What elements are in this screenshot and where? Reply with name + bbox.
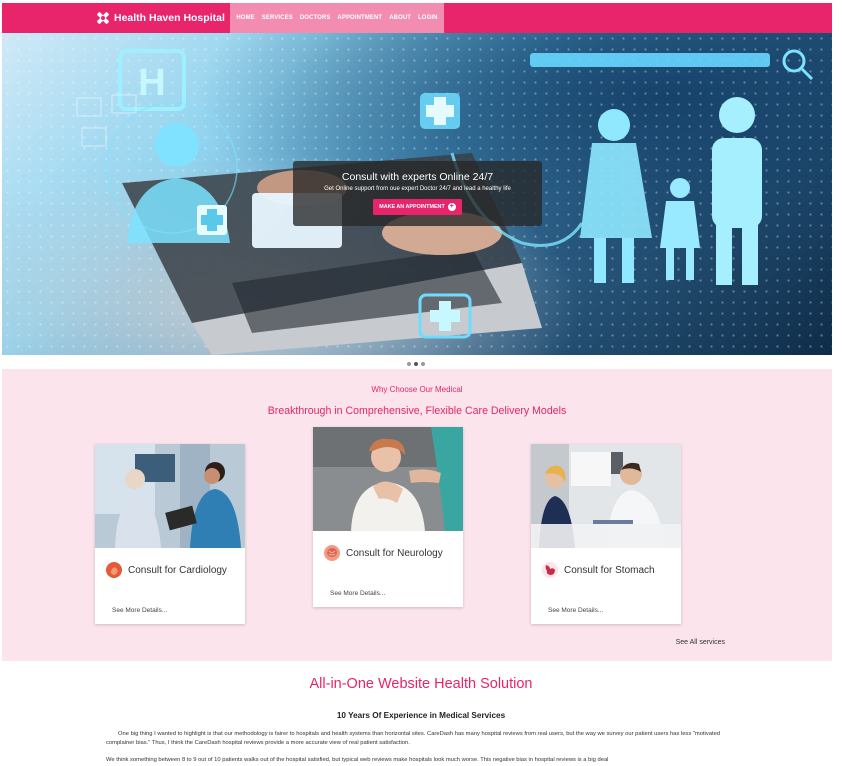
make-appointment-label: MAKE AN APPOINTMENT <box>379 204 445 210</box>
hospital-cross-logo-icon <box>97 12 109 24</box>
why-kicker: Why Choose Our Medical <box>371 385 463 394</box>
hero-caption: Consult with experts Online 24/7 Get Onl… <box>293 161 542 226</box>
why-choose-section: Why Choose Our Medical Breakthrough in C… <box>2 369 832 661</box>
carousel-indicator-1[interactable] <box>407 362 411 366</box>
card-neurology-photo <box>313 427 463 531</box>
card-stomach-title: Consult for Stomach <box>564 564 655 576</box>
card-cardiology-link[interactable]: See More Details... <box>95 607 167 614</box>
card-stomach[interactable]: Consult for Stomach See More Details... <box>531 444 681 624</box>
svg-text:H: H <box>138 62 165 104</box>
nav-menu: HOME SERVICES DOCTORS APPOINTMENT ABOUT … <box>229 3 445 33</box>
hero-carousel[interactable]: H Consult with experts Online 24/7 Get O… <box>2 33 832 355</box>
stomach-organ-icon <box>542 562 558 578</box>
why-title: Breakthrough in Comprehensive, Flexible … <box>267 405 567 417</box>
card-neurology-heading: Consult for Neurology <box>313 531 463 561</box>
nav-appointment[interactable]: APPOINTMENT <box>334 15 386 21</box>
solution-paragraph-1: One big thing I wanted to highlight is t… <box>106 731 721 746</box>
brain-organ-icon <box>324 545 340 561</box>
solution-paragraph-2: We think something between 8 to 9 out of… <box>106 757 609 763</box>
experience-title: 10 Years Of Experience in Medical Servic… <box>336 711 506 720</box>
see-all-services-link[interactable]: See All services <box>676 639 725 646</box>
card-cardiology-photo <box>95 444 245 548</box>
card-cardiology[interactable]: Consult for Cardiology See More Details.… <box>95 444 245 624</box>
card-stomach-link[interactable]: See More Details... <box>531 607 603 614</box>
card-cardiology-title: Consult for Cardiology <box>128 564 227 576</box>
hero-title: Consult with experts Online 24/7 <box>341 171 494 183</box>
nav-services[interactable]: SERVICES <box>258 15 296 21</box>
hero-subtitle: Get Online support from oue expert Docto… <box>324 186 511 192</box>
make-appointment-button[interactable]: MAKE AN APPOINTMENT + <box>373 199 462 215</box>
nav-doctors[interactable]: DOCTORS <box>296 15 334 21</box>
carousel-indicator-2[interactable] <box>414 362 418 366</box>
plus-circle-icon: + <box>447 203 456 211</box>
page: Health Haven Hospital HOME SERVICES DOCT… <box>0 0 842 766</box>
nav-about[interactable]: ABOUT <box>386 15 415 21</box>
brand[interactable]: Health Haven Hospital <box>96 11 225 25</box>
navbar: Health Haven Hospital HOME SERVICES DOCT… <box>2 3 832 33</box>
card-cardiology-heading: Consult for Cardiology <box>95 548 245 578</box>
card-stomach-photo <box>531 444 681 548</box>
carousel-indicators <box>407 362 425 366</box>
carousel-indicator-3[interactable] <box>421 362 425 366</box>
card-neurology-link[interactable]: See More Details... <box>313 590 385 597</box>
card-neurology-title: Consult for Neurology <box>346 547 443 559</box>
heart-organ-icon <box>106 562 122 578</box>
card-neurology[interactable]: Consult for Neurology See More Details..… <box>313 427 463 607</box>
nav-login[interactable]: LOGIN <box>415 15 442 21</box>
nav-home[interactable]: HOME <box>233 15 258 21</box>
solution-title: All-in-One Website Health Solution <box>309 676 533 692</box>
card-stomach-heading: Consult for Stomach <box>531 548 681 578</box>
brand-name: Health Haven Hospital <box>114 12 225 24</box>
